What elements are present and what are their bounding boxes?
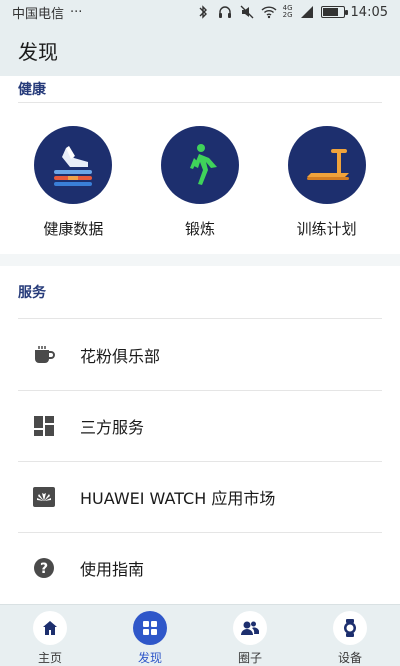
nav-community[interactable]: 圈子 — [200, 605, 300, 666]
page-title: 发现 — [18, 39, 58, 64]
nav-home[interactable]: 主页 — [0, 605, 100, 666]
svg-text:?: ? — [40, 561, 48, 577]
battery-level — [322, 8, 338, 16]
huawei-logo-icon — [32, 485, 56, 509]
services-section-title: 服务 — [18, 285, 46, 301]
service-item-app-market[interactable]: HUAWEI WATCH 应用市场 — [18, 461, 382, 532]
bottom-nav: 主页 发现 圈子 设备 — [0, 604, 400, 666]
cup-icon — [32, 343, 56, 367]
health-item-label: 健康数据 — [43, 220, 104, 238]
wifi-icon — [261, 5, 277, 19]
services-section: 服务 花粉俱乐部 三方服务 HUAWEI WATCH 应用市场 ? 使用指南 — [0, 266, 400, 604]
health-item-workout[interactable]: 锻炼 — [145, 126, 255, 239]
home-icon — [33, 611, 67, 645]
health-item-training-plan[interactable]: 训练计划 — [272, 126, 382, 239]
section-divider — [18, 102, 382, 103]
service-list: 花粉俱乐部 三方服务 HUAWEI WATCH 应用市场 ? 使用指南 — [0, 319, 400, 603]
treadmill-icon — [287, 126, 366, 204]
service-item-label: 花粉俱乐部 — [80, 346, 161, 366]
health-item-label: 锻炼 — [184, 220, 215, 238]
mute-icon — [239, 5, 255, 19]
nav-label: 发现 — [137, 651, 162, 665]
battery-icon — [320, 6, 348, 18]
status-left: 中国电信 ··· — [12, 3, 82, 22]
nav-device[interactable]: 设备 — [300, 605, 400, 666]
service-item-huafen-club[interactable]: 花粉俱乐部 — [18, 319, 382, 390]
app-header: 发现 — [0, 24, 400, 76]
status-bar: 中国电信 ··· 4G 2G 14:05 — [0, 0, 400, 24]
watch-icon — [333, 611, 367, 645]
network-type-label: 4G 2G — [283, 5, 293, 19]
service-item-label: 使用指南 — [80, 560, 145, 579]
discover-grid-icon — [133, 611, 167, 645]
headphones-icon — [217, 5, 233, 19]
walking-person-icon — [160, 126, 239, 204]
nav-label: 设备 — [337, 651, 362, 665]
health-section: 健康 健康数据 锻炼 训练计划 — [0, 76, 400, 254]
community-icon — [233, 611, 267, 645]
health-item-health-data[interactable]: 健康数据 — [18, 126, 128, 239]
nav-label: 主页 — [37, 651, 62, 665]
health-items: 健康数据 锻炼 训练计划 — [0, 126, 400, 239]
service-item-label: 三方服务 — [80, 418, 145, 437]
health-data-icon — [34, 126, 113, 204]
bluetooth-icon — [195, 5, 211, 19]
service-item-user-guide[interactable]: ? 使用指南 — [18, 532, 382, 603]
help-icon: ? — [32, 556, 56, 580]
status-right: 4G 2G 14:05 — [195, 5, 388, 20]
clock: 14:05 — [350, 4, 388, 20]
health-item-label: 训练计划 — [296, 220, 357, 238]
health-section-title: 健康 — [18, 82, 46, 98]
service-item-third-party[interactable]: 三方服务 — [18, 390, 382, 461]
grid-icon — [32, 414, 56, 438]
network-2g-label: 2G — [282, 11, 293, 19]
signal-icon — [299, 5, 315, 19]
service-item-label: HUAWEI WATCH 应用市场 — [80, 489, 276, 508]
carrier-name: 中国电信 — [12, 6, 65, 22]
nav-label: 圈子 — [237, 651, 262, 665]
nav-discover[interactable]: 发现 — [100, 605, 200, 666]
more-indicator: ··· — [70, 4, 83, 20]
